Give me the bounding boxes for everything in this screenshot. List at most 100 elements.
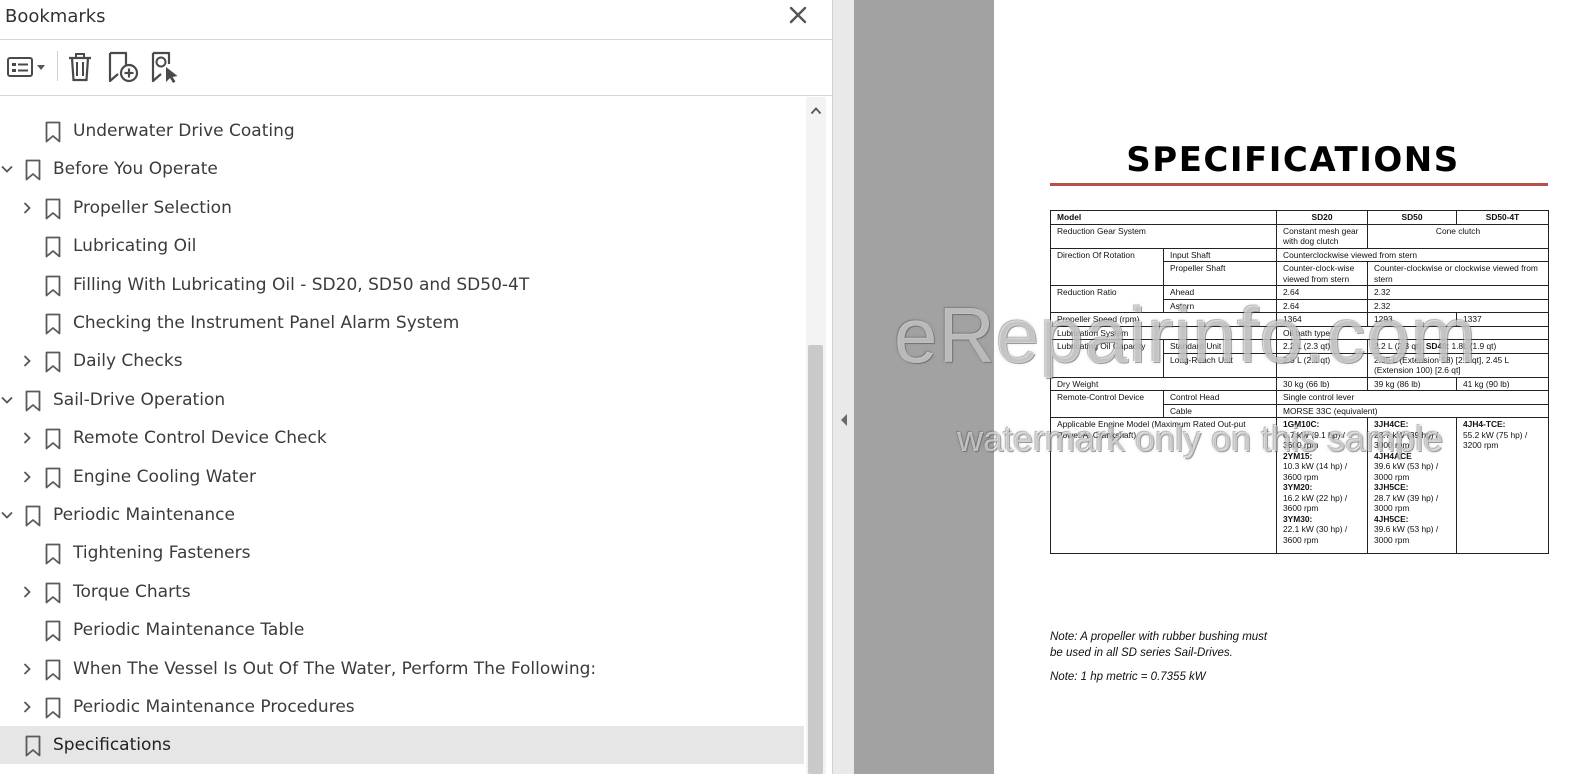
table-cell: Lubrication System — [1049, 325, 1278, 340]
bookmark-item-sail-drive-operation[interactable]: Sail-Drive Operation — [0, 381, 804, 419]
bookmark-icon — [44, 467, 62, 489]
bookmark-item-periodic-maintenance[interactable]: Periodic Maintenance — [0, 496, 804, 534]
table-cell: 2.35 L (Extension 58) [2.5 qt], 2.45 L (… — [1367, 352, 1550, 378]
table-cell: 2.5 L (2.4 qt) — [1276, 352, 1369, 378]
trash-icon — [69, 53, 91, 82]
bookmark-item-before-you-operate[interactable]: Before You Operate — [0, 150, 804, 188]
table-cell: Constant mesh gear with dog clutch — [1276, 223, 1369, 249]
document-view[interactable]: SPECIFICATIONS Model SD20 SD50 SD50-4T R… — [854, 0, 1592, 774]
table-cell: Remote-Control Device — [1050, 390, 1164, 418]
bookmark-icon — [44, 582, 62, 604]
bookmark-item-tightening-fasteners[interactable]: Tightening Fasteners — [0, 534, 804, 572]
chevron-right-icon[interactable] — [19, 661, 35, 677]
bookmark-options-button[interactable] — [4, 49, 48, 85]
table-cell: 39 kg (86 lb) — [1367, 376, 1458, 391]
table-row: Applicable Engine Model (Maximum Rated O… — [1049, 417, 1550, 554]
engine-list-sd50-4t: 4JH4-TCE: 55.2 kW (75 hp) / 3200 rpm — [1456, 417, 1550, 554]
table-row: Remote-Control Device Control Head Singl… — [1050, 390, 1550, 418]
bookmark-icon — [44, 659, 62, 681]
table-row: Propeller Speed (rpm) 1364 1293 1337 — [1049, 312, 1550, 327]
bookmark-scrollbar[interactable] — [806, 97, 826, 774]
table-row: Dry Weight 30 kg (66 lb) 39 kg (86 lb) 4… — [1049, 376, 1550, 391]
engine-model: 4JH4ACE — [1374, 450, 1412, 461]
table-cell: Control Head — [1162, 390, 1278, 405]
table-cell: 41 kg (90 lb) — [1456, 376, 1550, 391]
engine-model: 1GM10C: — [1283, 419, 1320, 429]
bookmark-tree: Underwater Drive Coating Before You Opera… — [0, 97, 806, 774]
new-bookmark-button[interactable] — [106, 49, 140, 85]
cell-text-bold: SD40 — [1425, 341, 1447, 351]
cell-text: : 1.8L (1.9 qt) — [1446, 341, 1497, 351]
engine-model: 3YM20: — [1283, 482, 1313, 492]
chevron-right-icon[interactable] — [19, 200, 35, 216]
collapse-panel-button[interactable] — [837, 412, 851, 428]
chevron-down-icon[interactable] — [0, 507, 15, 523]
bookmark-label: Lubricating Oil — [73, 236, 197, 257]
chevron-up-icon — [810, 107, 822, 115]
bookmark-item-filling-with-lubricating-oil-sd20-sd50-and-sd50-4t[interactable]: Filling With Lubricating Oil - SD20, SD5… — [0, 266, 804, 304]
chevron-right-icon[interactable] — [19, 699, 35, 715]
table-cell: Long-Reach Unit — [1162, 352, 1278, 378]
chevron-right-icon[interactable] — [19, 430, 35, 446]
note-propeller: Note: A propeller with rubber bushing mu… — [1050, 630, 1267, 661]
bookmark-label: Engine Cooling Water — [73, 466, 257, 487]
engine-spec: 39.6 kW (53 hp) / 3000 rpm — [1374, 461, 1439, 482]
engine-model: 3JH5CE: — [1374, 482, 1409, 492]
table-cell: Direction Of Rotation — [1050, 247, 1164, 286]
bookmark-item-torque-charts[interactable]: Torque Charts — [0, 573, 804, 611]
engine-spec: 22.1 kW (30 hp) / 3600 rpm — [1283, 524, 1348, 545]
title-rule — [1050, 183, 1548, 186]
table-cell: Counter-clock-wise viewed from stern — [1276, 261, 1369, 286]
chevron-down-icon[interactable] — [0, 392, 15, 408]
engine-spec: 28.7 kW (39 hp) / 3000 rpm — [1374, 492, 1439, 514]
bookmark-label: Tightening Fasteners — [73, 543, 251, 564]
close-icon — [789, 6, 807, 24]
panel-title: Bookmarks — [5, 6, 106, 27]
note-line: be used in all SD series Sail-Drives. — [1050, 646, 1233, 659]
bookmark-item-checking-the-instrument-panel-alarm-system[interactable]: Checking the Instrument Panel Alarm Syst… — [0, 304, 804, 342]
bookmark-icon — [44, 198, 62, 220]
delete-bookmark-button[interactable] — [64, 49, 96, 85]
find-current-bookmark-button[interactable] — [148, 49, 182, 85]
bookmark-label: Sail-Drive Operation — [53, 389, 226, 410]
engine-spec: 10.3 kW (14 hp) / 3600 rpm — [1283, 461, 1348, 482]
close-panel-button[interactable] — [784, 0, 812, 30]
panel-splitter[interactable] — [832, 0, 854, 774]
bookmark-item-engine-cooling-water[interactable]: Engine Cooling Water — [0, 458, 804, 496]
scroll-up-button[interactable] — [806, 102, 826, 120]
bookmark-label: Remote Control Device Check — [73, 428, 327, 449]
engine-model: 4JH5CE: — [1374, 513, 1409, 524]
table-cell: 2.64 — [1276, 298, 1369, 313]
chevron-right-icon[interactable] — [19, 469, 35, 485]
note-hp-metric: Note: 1 hp metric = 0.7355 kW — [1050, 671, 1206, 683]
bookmark-item-periodic-maintenance-table[interactable]: Periodic Maintenance Table — [0, 611, 804, 649]
new-bookmark-icon — [108, 51, 139, 83]
bookmark-item-underwater-drive-coating[interactable]: Underwater Drive Coating — [0, 112, 804, 150]
table-cell: Ahead — [1162, 285, 1278, 300]
bookmark-item-lubricating-oil[interactable]: Lubricating Oil — [0, 227, 804, 265]
engine-spec: 55.2 kW (75 hp) / 3200 rpm — [1463, 429, 1528, 451]
bookmark-item-propeller-selection[interactable]: Propeller Selection — [0, 189, 804, 227]
engine-model: 3JH4CE: — [1374, 419, 1409, 429]
engine-spec: 39.6 kW (53 hp) / 3000 rpm — [1374, 524, 1439, 545]
bookmarks-toolbar — [0, 41, 832, 96]
engine-spec: 28.7 kW (39 hp) / 3000 rpm — [1374, 429, 1439, 451]
engine-model: 3YM30: — [1283, 513, 1313, 524]
bookmark-icon — [44, 543, 62, 565]
engine-model: 2YM15: — [1283, 450, 1313, 461]
table-cell: Lubricating Oil Capacity — [1050, 339, 1164, 378]
scrollbar-thumb[interactable] — [808, 345, 823, 774]
bookmark-item-when-the-vessel-is-out-of-the-water-perform-the-following[interactable]: When The Vessel Is Out Of The Water, Per… — [0, 650, 804, 688]
bookmark-item-specifications[interactable]: Specifications — [0, 726, 804, 765]
chevron-right-icon[interactable] — [19, 353, 35, 369]
table-cell: 2.64 — [1276, 285, 1369, 300]
table-cell: Counterclockwise viewed from stern — [1276, 247, 1550, 262]
chevron-right-icon[interactable] — [19, 584, 35, 600]
bookmark-label: Propeller Selection — [73, 197, 232, 218]
bookmark-item-periodic-maintenance-procedures[interactable]: Periodic Maintenance Procedures — [0, 688, 804, 726]
bookmark-icon — [44, 275, 62, 297]
bookmark-item-remote-control-device-check[interactable]: Remote Control Device Check — [0, 419, 804, 457]
chevron-down-icon[interactable] — [0, 161, 15, 177]
table-cell: 30 kg (66 lb) — [1276, 376, 1369, 391]
bookmark-item-daily-checks[interactable]: Daily Checks — [0, 342, 804, 380]
